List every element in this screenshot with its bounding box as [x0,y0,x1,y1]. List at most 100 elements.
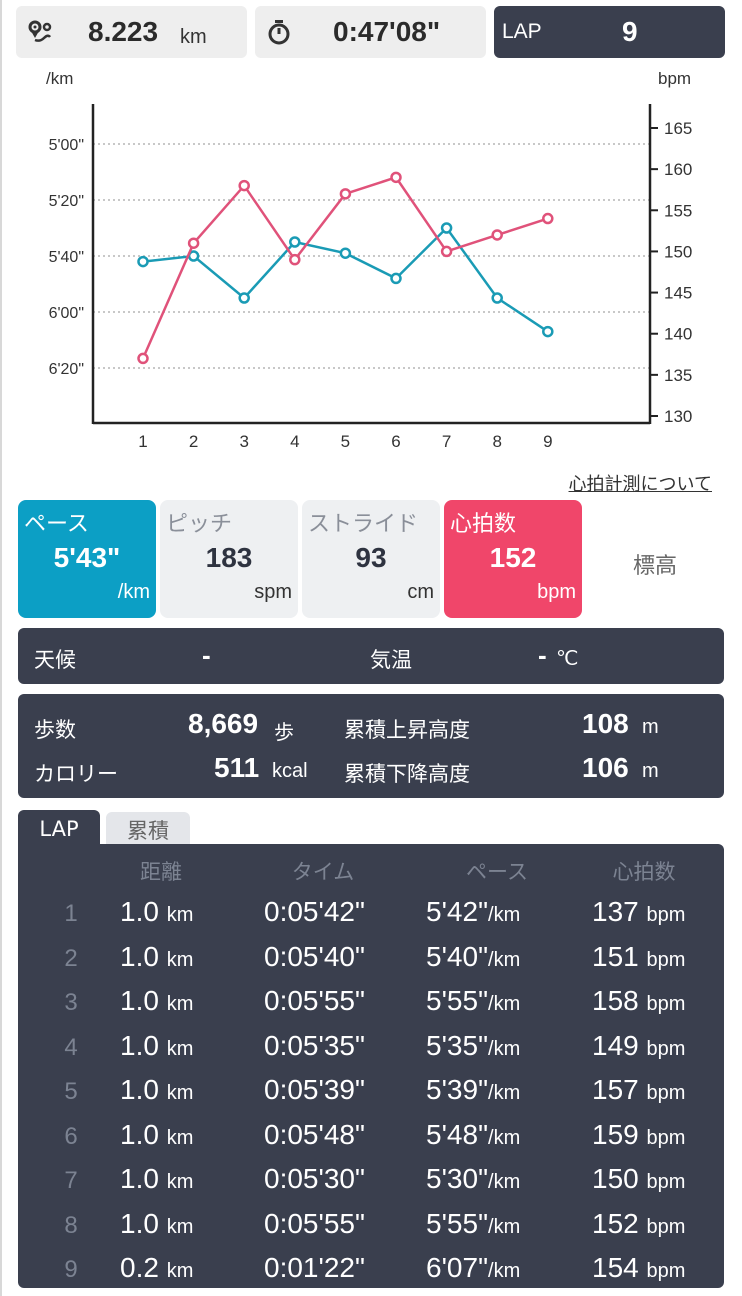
lap-distance: 1.0 km [120,896,194,927]
lap-label: LAP [502,20,542,43]
pitch-value: 183 [205,542,253,573]
heart-rate-point [187,237,200,249]
x-tick-label: 6 [391,432,400,451]
pitch-tile[interactable]: ピッチ 183 spm [160,500,298,618]
right-tick-label: 160 [664,160,692,179]
lap-pace: 5'55"/km [426,1207,521,1239]
descent-unit: m [642,760,659,782]
lap-heart-rate: 152 bpm [592,1207,686,1239]
right-axis-unit: bpm [658,69,691,88]
heart-rate-point [289,253,301,266]
stopwatch-icon [268,20,290,45]
pace-point [289,236,301,248]
lap-time: 0:05'35" [264,1029,365,1061]
pace-point [137,255,149,268]
pace-point [339,247,352,259]
distance-value: 8.223 [88,16,159,47]
x-tick-label: 7 [442,432,451,451]
pace-heart-rate-chart: /km bpm 5'00"5'20"5'40"6'00"6'20"1301351… [46,69,692,451]
calorie-unit: kcal [272,760,308,782]
lap-number: 4 [64,1033,78,1061]
pace-point [491,292,503,304]
route-icon [28,20,52,42]
lap-pace: 5'30"/km [426,1163,521,1194]
pitch-label: ピッチ [166,512,233,537]
lap-number: 1 [64,900,78,927]
left-tick-label: 6'00" [49,305,84,322]
x-tick-label: 2 [189,432,198,451]
lap-distance: 1.0 km [120,985,194,1016]
temperature-unit: ℃ [556,648,579,670]
elevation-tile[interactable]: 標高 [586,500,724,618]
lap-pace: 5'42"/km [426,896,521,927]
pace-label: ペース [24,512,89,537]
heart-rate-point [137,352,149,365]
lap-summary: LAP 9 [494,6,725,58]
lap-heart-rate: 151 bpm [592,940,686,972]
pace-unit: /km [117,581,150,603]
lap-heart-rate: 149 bpm [592,1029,686,1061]
lap-time: 0:05'55" [264,1207,365,1239]
heart-rate-label: 心拍数 [450,512,517,537]
lap-distance: 1.0 km [120,1163,194,1194]
pace-point [390,272,402,285]
heart-rate-value: 152 [489,542,537,573]
lap-distance: 1.0 km [120,1074,194,1105]
pace-point [238,292,250,304]
heart-rate-point [542,212,554,225]
activity-stats-panel: 歩数 8,669 歩 累積上昇高度 108 m カロリー 511 kcal 累積… [18,694,724,798]
left-tick-label: 6'20" [49,361,84,378]
lap-heart-rate: 158 bpm [592,985,686,1016]
lap-heart-rate: 137 bpm [592,896,686,927]
x-tick-label: 1 [138,432,147,451]
temperature-value: - [538,640,547,670]
tab-cumulative[interactable]: 累積 [106,812,190,846]
heart-rate-tile[interactable]: 心拍数 152 bpm [444,500,582,618]
heart-rate-point [440,245,453,258]
x-tick-label: 5 [341,432,350,451]
lap-time: 0:05'39" [264,1074,365,1105]
tab-lap[interactable]: LAP [18,810,100,846]
lap-number: 6 [64,1122,78,1150]
descent-label: 累積下降高度 [344,762,470,786]
lap-time: 0:05'55" [264,985,365,1016]
stride-label: ストライド [308,512,419,537]
table-row: 9 0.2 km 0:01'22" 6'07"/km 154 bpm [18,1248,724,1292]
pace-tile[interactable]: ペース 5'43" /km [18,500,156,618]
distance-summary: 8.223 km [16,6,247,58]
pace-value: 5'43" [53,542,121,573]
steps-value: 8,669 [188,708,259,739]
pace-point [440,222,453,234]
header-heart-rate: 心拍数 [612,860,676,884]
right-tick-label: 140 [664,325,692,344]
lap-time: 0:05'48" [264,1118,365,1150]
ascent-value: 108 [582,708,629,739]
lap-time: 0:05'30" [264,1163,365,1194]
lap-pace: 5'39"/km [426,1074,521,1105]
descent-value: 106 [582,752,629,783]
x-tick-label: 8 [492,432,501,451]
table-row: 1 1.0 km 0:05'42" 5'42"/km 137 bpm [18,892,724,936]
lap-pace: 5'40"/km [426,940,521,972]
stride-tile[interactable]: ストライド 93 cm [302,500,440,618]
lap-number: 2 [64,944,78,972]
weather-value: - [202,640,211,670]
lap-pace: 5'35"/km [426,1029,521,1061]
stride-unit: cm [407,581,434,603]
table-row: 7 1.0 km 0:05'30" 5'30"/km 150 bpm [18,1159,724,1203]
lap-pace: 5'55"/km [426,985,521,1016]
distance-unit: km [180,26,207,48]
elapsed-time: 0:47'08" [333,16,441,47]
table-row: 6 1.0 km 0:05'48" 5'48"/km 159 bpm [18,1115,724,1159]
steps-label: 歩数 [34,718,76,742]
pace-point [542,325,554,338]
heart-rate-info-link[interactable]: 心拍計測について [569,470,712,496]
lap-heart-rate: 157 bpm [592,1074,686,1105]
x-tick-label: 9 [543,432,552,451]
heart-rate-point [491,229,503,241]
lap-table: 距離 タイム ペース 心拍数 1 1.0 km 0:05'42" 5'42"/km 13… [18,844,724,1288]
elevation-label: 標高 [632,554,677,579]
lap-distance: 0.2 km [120,1252,194,1283]
time-summary: 0:47'08" [255,6,486,58]
table-row: 3 1.0 km 0:05'55" 5'55"/km 158 bpm [18,981,724,1025]
